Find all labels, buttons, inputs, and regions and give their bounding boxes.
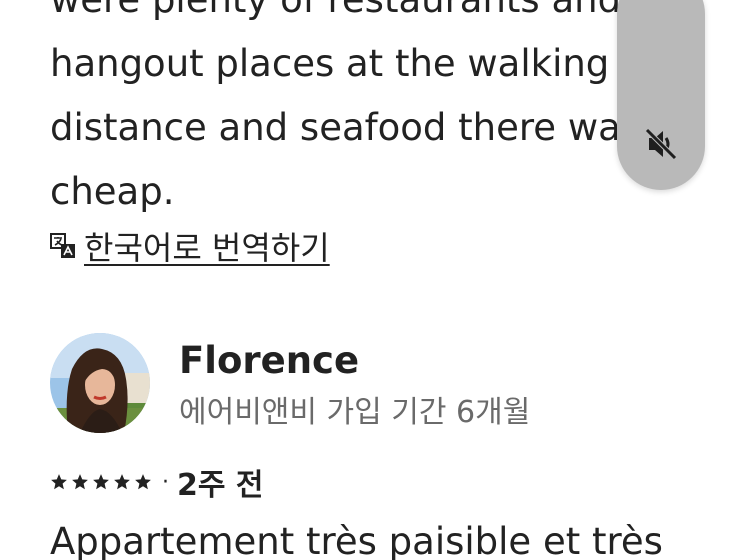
translate-link[interactable]: 한국어로 번역하기 [84, 223, 330, 269]
mute-button[interactable] [617, 0, 705, 190]
reviewer-header: Florence 에어비앤비 가입 기간 6개월 [50, 333, 530, 435]
translate-link-row[interactable]: 한국어로 번역하기 [50, 223, 330, 269]
separator-dot: · [162, 469, 169, 495]
review-date: 2주 전 [177, 468, 264, 503]
reviewer-info: Florence 에어비앤비 가입 기간 6개월 [179, 335, 530, 435]
star-icon [114, 474, 130, 490]
avatar-photo [50, 333, 150, 433]
next-review-text: Appartement très paisible et très [50, 520, 663, 560]
star-rating [50, 473, 152, 491]
translate-icon [50, 233, 75, 258]
star-icon [72, 474, 88, 490]
rating-row: · 2주 전 [50, 460, 264, 504]
reviewer-name[interactable]: Florence [179, 335, 530, 387]
avatar[interactable] [50, 333, 150, 433]
reviewer-tenure: 에어비앤비 가입 기간 6개월 [179, 395, 531, 430]
review-panel: were plenty of restaurants and hangout p… [0, 0, 750, 560]
speaker-muted-icon [645, 128, 677, 160]
star-icon [135, 474, 151, 490]
star-icon [93, 474, 109, 490]
star-icon [51, 474, 67, 490]
